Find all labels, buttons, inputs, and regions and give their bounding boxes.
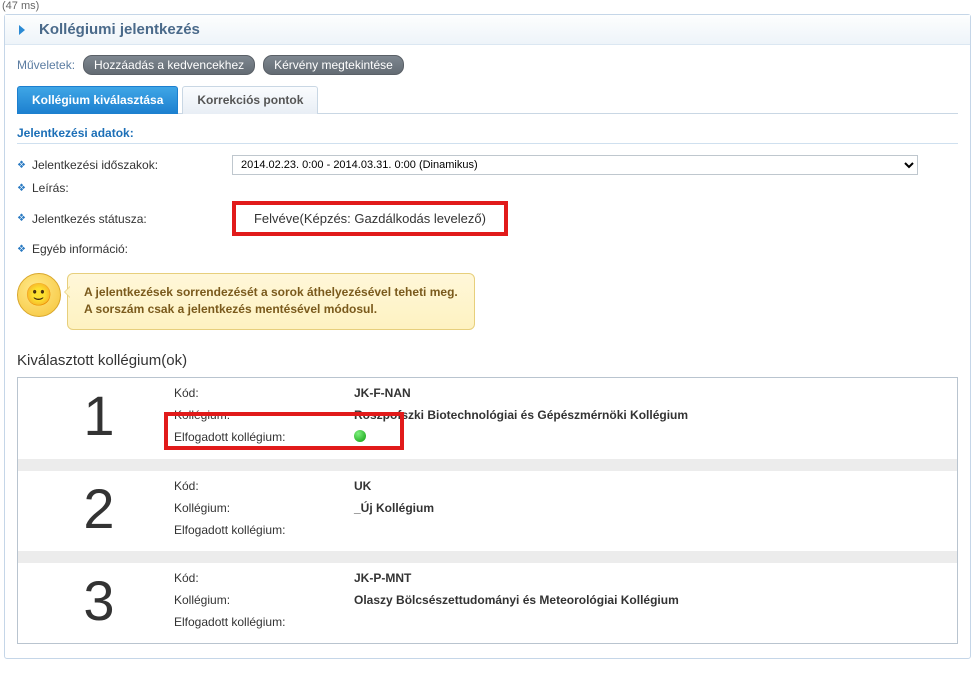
list-item[interactable]: 2 Kód: UK Kollégium: _Új Kollégium Elfog… — [18, 471, 957, 563]
meta-periods: ❖ Jelentkezési időszakok: 2014.02.23. 0:… — [17, 152, 958, 178]
dorm-label: Kollégium: — [174, 408, 354, 422]
periods-label: Jelentkezési időszakok: — [32, 158, 232, 172]
timing-text: (47 ms) — [0, 0, 975, 12]
actions-label: Műveletek: — [17, 58, 75, 72]
accepted-value — [354, 523, 951, 537]
accepted-label: Elfogadott kollégium: — [174, 615, 354, 629]
status-value: Felvéve(Képzés: Gazdálkodás levelező) — [254, 211, 486, 226]
choice-list: 1 Kód: JK-F-NAN Kollégium: Roszpofszki B… — [17, 377, 958, 644]
bullet-icon: ❖ — [17, 160, 26, 171]
section-title: Jelentkezési adatok: — [17, 126, 958, 144]
code-value: JK-P-MNT — [354, 571, 951, 585]
dorm-label: Kollégium: — [174, 501, 354, 515]
accepted-label: Elfogadott kollégium: — [174, 430, 354, 445]
bullet-icon: ❖ — [17, 183, 26, 194]
chevron-right-icon[interactable] — [15, 23, 29, 37]
tip-bubble: A jelentkezések sorrendezését a sorok át… — [67, 273, 475, 330]
code-label: Kód: — [174, 386, 354, 400]
panel-header: Kollégiumi jelentkezés — [5, 15, 970, 45]
meta-other: ❖ Egyéb információ: — [17, 239, 958, 259]
meta-description: ❖ Leírás: — [17, 178, 958, 198]
choice-number: 3 — [24, 571, 174, 629]
status-highlight: Felvéve(Képzés: Gazdálkodás levelező) — [232, 201, 508, 236]
code-label: Kód: — [174, 479, 354, 493]
dorm-label: Kollégium: — [174, 593, 354, 607]
selected-heading: Kiválasztott kollégium(ok) — [17, 352, 958, 369]
other-info-label: Egyéb információ: — [32, 242, 232, 256]
list-item[interactable]: 1 Kód: JK-F-NAN Kollégium: Roszpofszki B… — [18, 378, 957, 471]
smiley-icon: 🙂 — [17, 273, 61, 317]
list-item[interactable]: 3 Kód: JK-P-MNT Kollégium: Olaszy Bölcsé… — [18, 563, 957, 643]
dorm-value: _Új Kollégium — [354, 501, 951, 515]
tip-line-1: A jelentkezések sorrendezését a sorok át… — [84, 284, 458, 301]
choice-number: 2 — [24, 479, 174, 537]
meta-status: ❖ Jelentkezés státusza: Felvéve(Képzés: … — [17, 198, 958, 239]
accepted-value — [354, 430, 951, 445]
main-panel: Kollégiumi jelentkezés Műveletek: Hozzáa… — [4, 14, 971, 659]
status-label: Jelentkezés státusza: — [32, 212, 232, 226]
tip-line-2: A sorszám csak a jelentkezés mentésével … — [84, 301, 458, 318]
choice-number: 1 — [24, 386, 174, 445]
accepted-value — [354, 615, 951, 629]
add-favorite-button[interactable]: Hozzáadás a kedvencekhez — [83, 55, 255, 75]
code-label: Kód: — [174, 571, 354, 585]
code-value: UK — [354, 479, 951, 493]
description-label: Leírás: — [32, 181, 232, 195]
tab-correction-points[interactable]: Korrekciós pontok — [182, 86, 318, 114]
bullet-icon: ❖ — [17, 213, 26, 224]
tip-box: 🙂 A jelentkezések sorrendezését a sorok … — [17, 273, 958, 330]
accepted-label: Elfogadott kollégium: — [174, 523, 354, 537]
tab-select-dorm[interactable]: Kollégium kiválasztása — [17, 86, 178, 114]
panel-body: Műveletek: Hozzáadás a kedvencekhez Kérv… — [5, 45, 970, 658]
bullet-icon: ❖ — [17, 244, 26, 255]
periods-select[interactable]: 2014.02.23. 0:00 - 2014.03.31. 0:00 (Din… — [232, 155, 918, 175]
accepted-dot-icon — [354, 430, 366, 442]
code-value: JK-F-NAN — [354, 386, 951, 400]
actions-row: Műveletek: Hozzáadás a kedvencekhez Kérv… — [17, 55, 958, 75]
dorm-value: Olaszy Bölcsészettudományi és Meteorológ… — [354, 593, 951, 607]
tabs: Kollégium kiválasztása Korrekciós pontok — [17, 85, 958, 114]
dorm-value: Roszpofszki Biotechnológiai és Gépészmér… — [354, 408, 951, 422]
page-title: Kollégiumi jelentkezés — [39, 21, 200, 38]
view-request-button[interactable]: Kérvény megtekintése — [263, 55, 404, 75]
